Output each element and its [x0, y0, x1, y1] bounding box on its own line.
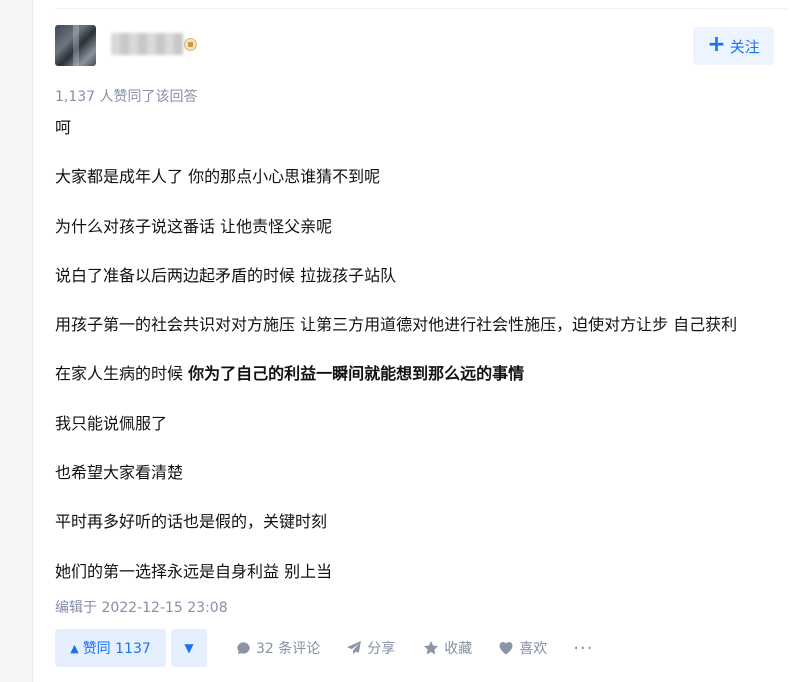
answer-content: 呵 大家都是成年人了 你的那点小心思谁猜不到呢 为什么对孩子说这番话 让他责怪父… — [55, 116, 775, 609]
vote-up-label: 赞同 1137 — [82, 641, 151, 657]
share-label: 分享 — [367, 641, 396, 657]
content-paragraph: 我只能说佩服了 — [55, 413, 168, 433]
comment-bubble-icon — [235, 640, 251, 656]
content-paragraph: 也希望大家看清楚 — [55, 463, 184, 483]
content-paragraph: 大家都是成年人了 你的那点小心思谁猜不到呢 — [55, 167, 381, 187]
avatar-image — [73, 25, 79, 66]
comment-label: 32 条评论 — [256, 641, 321, 657]
author-avatar[interactable] — [55, 25, 96, 66]
content-paragraph: 为什么对孩子说这番话 让他责怪父亲呢 — [55, 216, 333, 236]
content-paragraph-with-bold: 在家人生病的时候 你为了自己的利益一瞬间就能想到那么远的事情 — [55, 362, 775, 411]
favorite-label: 收藏 — [444, 641, 473, 657]
more-options-button[interactable]: ··· — [573, 638, 593, 659]
like-label: 喜欢 — [519, 641, 548, 657]
more-icon: ··· — [573, 637, 594, 659]
follow-button-label: 关注 — [729, 37, 760, 56]
favorite-button[interactable]: 收藏 — [423, 638, 472, 658]
triangle-up-icon: ▲ — [70, 641, 79, 655]
heart-icon — [498, 640, 514, 656]
answer-card: ██████ + 关注 1,137 人赞同了该回答 呵 大家都是成年人了 你的那… — [32, 0, 806, 682]
like-button[interactable]: 喜欢 — [498, 638, 547, 658]
plus-icon: + — [707, 32, 726, 57]
content-bold-text: 你为了自己的利益一瞬间就能想到那么远的事情 — [188, 364, 525, 384]
vote-down-button[interactable]: ▼ — [171, 629, 207, 667]
share-button[interactable]: 分享 — [346, 638, 395, 658]
comment-button[interactable]: 32 条评论 — [235, 638, 320, 658]
content-paragraph: 说白了准备以后两边起矛盾的时候 拉拢孩子站队 — [55, 265, 397, 285]
content-paragraph: 用孩子第一的社会共识对对方施压 让第三方用道德对他进行社会性施压，迫使对方让步 … — [55, 315, 738, 335]
author-name[interactable]: ██████ — [111, 33, 183, 55]
vote-up-button[interactable]: ▲ 赞同 1137 — [55, 629, 166, 667]
divider — [55, 8, 787, 9]
content-text: 在家人生病的时候 — [55, 364, 189, 384]
action-bar: ▲ 赞同 1137 ▼ 32 条评论 分享 收藏 喜欢 ··· — [55, 629, 593, 667]
paper-plane-icon — [346, 640, 362, 656]
follow-button[interactable]: + 关注 — [693, 27, 774, 65]
triangle-down-icon: ▼ — [184, 641, 194, 655]
content-paragraph: 平时再多好听的话也是假的，关键时刻 — [55, 512, 328, 532]
star-icon — [423, 640, 439, 656]
creator-badge-icon — [184, 38, 197, 51]
content-paragraph: 呵 — [55, 118, 72, 137]
edit-timestamp[interactable]: 编辑于 2022-12-15 23:08 — [55, 597, 228, 617]
vote-count-meta[interactable]: 1,137 人赞同了该回答 — [55, 86, 198, 106]
